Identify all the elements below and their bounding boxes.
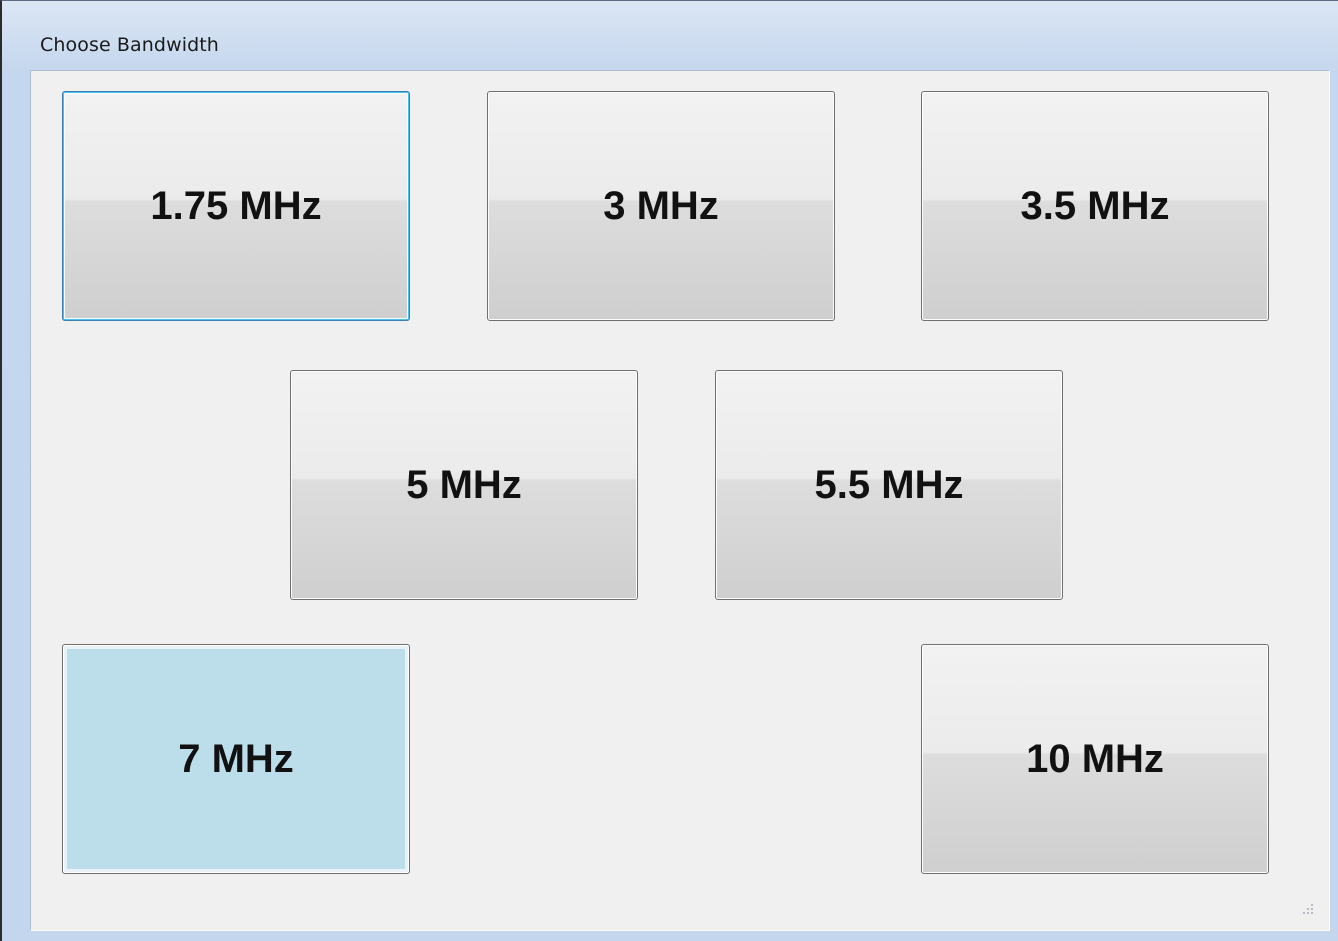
title-bar[interactable]: Choose Bandwidth (4, 1, 1338, 69)
bandwidth-button-label: 3.5 MHz (1020, 183, 1170, 228)
bandwidth-button-label: 5.5 MHz (814, 462, 964, 507)
bandwidth-button-label: 5 MHz (406, 462, 522, 507)
bandwidth-button-1-75-mhz[interactable]: 1.75 MHz (62, 91, 410, 321)
dialog-client-area: 1.75 MHz 3 MHz 3.5 MHz 5 MHz 5.5 MHz 7 M… (30, 70, 1330, 931)
bandwidth-button-label: 3 MHz (603, 183, 719, 228)
bandwidth-button-7-mhz[interactable]: 7 MHz (62, 644, 410, 874)
bandwidth-dialog: Choose Bandwidth 1.75 MHz 3 MHz 3.5 MHz … (0, 0, 1338, 941)
bandwidth-button-label: 7 MHz (178, 736, 294, 781)
bandwidth-button-label: 10 MHz (1026, 736, 1164, 781)
resize-grip-icon[interactable] (1301, 902, 1315, 916)
window-title: Choose Bandwidth (40, 34, 219, 56)
bandwidth-button-10-mhz[interactable]: 10 MHz (921, 644, 1269, 874)
bandwidth-button-label: 1.75 MHz (150, 183, 322, 228)
bandwidth-button-5-5-mhz[interactable]: 5.5 MHz (715, 370, 1063, 600)
bandwidth-button-3-mhz[interactable]: 3 MHz (487, 91, 835, 321)
bandwidth-button-3-5-mhz[interactable]: 3.5 MHz (921, 91, 1269, 321)
bandwidth-button-5-mhz[interactable]: 5 MHz (290, 370, 638, 600)
